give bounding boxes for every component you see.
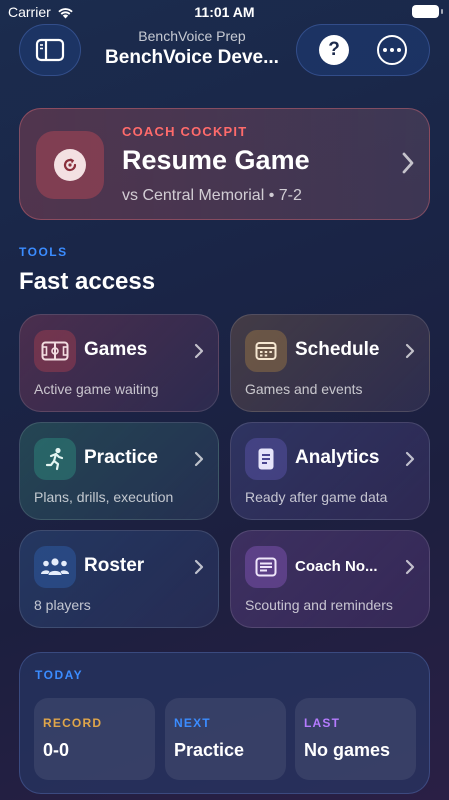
document-icon <box>245 438 287 480</box>
tile-subtitle: Ready after game data <box>245 489 388 505</box>
chevron-right-icon <box>194 451 204 467</box>
tile-coach-notes[interactable]: Coach No... Scouting and reminders <box>230 530 430 628</box>
resume-icon-tile <box>36 131 104 199</box>
tile-subtitle: 8 players <box>34 597 91 613</box>
chevron-right-icon <box>405 451 415 467</box>
tile-practice[interactable]: Practice Plans, drills, execution <box>19 422 219 520</box>
tile-label: Coach No... <box>295 558 378 575</box>
tile-analytics[interactable]: Analytics Ready after game data <box>230 422 430 520</box>
sidebar-icon <box>35 38 65 62</box>
chevron-right-icon <box>194 559 204 575</box>
resume-game-card[interactable]: COACH COCKPIT Resume Game vs Central Mem… <box>19 108 430 220</box>
header-title-group: BenchVoice Prep BenchVoice Deve... <box>97 28 287 69</box>
chevron-right-icon <box>405 343 415 359</box>
notes-icon <box>245 546 287 588</box>
stat-last: LAST No games <box>295 698 416 780</box>
calendar-icon <box>245 330 287 372</box>
header: BenchVoice Prep BenchVoice Deve... ? <box>19 24 430 76</box>
resume-icon <box>54 149 86 181</box>
tile-label: Roster <box>84 555 145 576</box>
tile-label: Analytics <box>295 447 380 468</box>
more-icon-dot <box>390 48 394 52</box>
stat-label: LAST <box>304 716 341 730</box>
tile-subtitle: Active game waiting <box>34 381 159 397</box>
scoreboard-icon <box>34 330 76 372</box>
tile-roster[interactable]: Roster 8 players <box>19 530 219 628</box>
tile-subtitle: Scouting and reminders <box>245 597 393 613</box>
status-time: 11:01 AM <box>194 4 255 20</box>
header-actions: ? <box>296 24 430 76</box>
stat-record: RECORD 0-0 <box>34 698 155 780</box>
today-card: TODAY RECORD 0-0 NEXT Practice LAST No g… <box>19 652 430 794</box>
stat-value: Practice <box>174 740 245 760</box>
header-subtitle: BenchVoice Prep <box>138 28 246 44</box>
tools-eyebrow: TOOLS <box>19 245 68 259</box>
chevron-right-icon <box>405 559 415 575</box>
tile-games[interactable]: Games Active game waiting <box>19 314 219 412</box>
tile-subtitle: Games and events <box>245 381 363 397</box>
more-icon-dot <box>397 48 401 52</box>
today-eyebrow: TODAY <box>35 668 84 682</box>
help-icon: ? <box>328 39 340 60</box>
status-bar: Carrier 11:01 AM <box>0 0 449 24</box>
more-icon-dot <box>383 48 387 52</box>
runner-icon <box>34 438 76 480</box>
stat-value: No games <box>304 740 391 760</box>
tile-schedule[interactable]: Schedule Games and events <box>230 314 430 412</box>
tools-title: Fast access <box>19 268 156 295</box>
header-title: BenchVoice Deve... <box>105 47 279 68</box>
help-button[interactable]: ? <box>319 35 349 65</box>
tile-label: Practice <box>84 447 158 468</box>
tile-label: Schedule <box>295 339 380 360</box>
people-icon <box>34 546 76 588</box>
tile-label: Games <box>84 339 148 360</box>
battery-icon <box>412 5 443 18</box>
sidebar-toggle-button[interactable] <box>19 24 81 76</box>
hero-title: Resume Game <box>122 145 310 175</box>
tile-subtitle: Plans, drills, execution <box>34 489 174 505</box>
chevron-right-icon <box>194 343 204 359</box>
hero-eyebrow: COACH COCKPIT <box>122 124 248 139</box>
stat-label: RECORD <box>43 716 103 730</box>
stat-label: NEXT <box>174 716 211 730</box>
chevron-right-icon <box>402 152 414 174</box>
stat-value: 0-0 <box>43 740 70 760</box>
stat-next: NEXT Practice <box>165 698 286 780</box>
hero-subtitle: vs Central Memorial • 7-2 <box>122 187 302 204</box>
more-button[interactable] <box>377 35 407 65</box>
